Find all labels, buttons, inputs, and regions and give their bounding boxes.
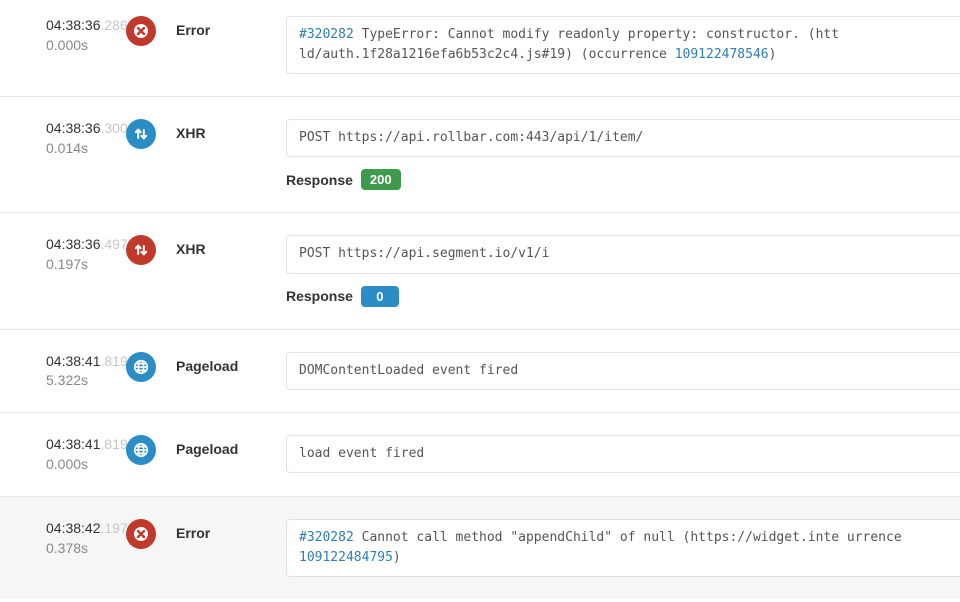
globe-icon — [126, 435, 156, 465]
event-type: XHR — [176, 119, 286, 141]
detail-cell: DOMContentLoaded event fired — [286, 352, 960, 390]
timestamp-ms: .819 — [101, 353, 128, 369]
item-link[interactable]: #320282 — [299, 530, 354, 545]
response-line: Response 200 — [286, 169, 960, 190]
detail-box[interactable]: POST https://api.segment.io/v1/i — [286, 235, 960, 273]
error-icon — [126, 16, 156, 46]
detail-text: load event fired — [299, 446, 424, 461]
icon-cell — [126, 352, 176, 382]
timestamp-hms: 04:38:36 — [46, 17, 101, 33]
duration: 0.014s — [46, 139, 126, 158]
log-row[interactable]: 04:38:42.197 0.378s Error #320282 Cannot… — [0, 497, 960, 599]
timestamp-hms: 04:38:36 — [46, 236, 101, 252]
detail-text: POST https://api.segment.io/v1/i — [299, 246, 549, 261]
detail-cell: POST https://api.segment.io/v1/i Respons… — [286, 235, 960, 306]
response-status-badge: 200 — [361, 169, 401, 190]
timestamp-hms: 04:38:41 — [46, 353, 101, 369]
telemetry-log-list: 04:38:36.286 0.000s Error #320282 TypeEr… — [0, 0, 960, 599]
timestamp-cell: 04:38:41.819 0.000s — [0, 435, 126, 474]
timestamp-cell: 04:38:36.497 0.197s — [0, 235, 126, 274]
detail-box[interactable]: load event fired — [286, 435, 960, 473]
timestamp-hms: 04:38:36 — [46, 120, 101, 136]
response-line: Response 0 — [286, 286, 960, 307]
timestamp-ms: .819 — [101, 436, 128, 452]
log-row[interactable]: 04:38:36.300 0.014s XHR POST https://api… — [0, 97, 960, 213]
icon-cell — [126, 235, 176, 265]
detail-cell: #320282 Cannot call method "appendChild"… — [286, 519, 960, 577]
detail-cell: #320282 TypeError: Cannot modify readonl… — [286, 16, 960, 74]
xhr-icon — [126, 235, 156, 265]
timestamp-ms: .286 — [101, 17, 128, 33]
event-type: Pageload — [176, 435, 286, 457]
timestamp-hms: 04:38:41 — [46, 436, 101, 452]
duration: 0.000s — [46, 455, 126, 474]
response-status-badge: 0 — [361, 286, 399, 307]
timestamp-cell: 04:38:42.197 0.378s — [0, 519, 126, 558]
detail-box[interactable]: #320282 Cannot call method "appendChild"… — [286, 519, 960, 577]
event-type: Pageload — [176, 352, 286, 374]
xhr-icon — [126, 119, 156, 149]
log-row[interactable]: 04:38:41.819 0.000s Pageload load event … — [0, 413, 960, 497]
detail-text: ) — [769, 47, 777, 62]
duration: 5.322s — [46, 371, 126, 390]
timestamp-ms: .497 — [101, 236, 128, 252]
response-label: Response — [286, 172, 353, 188]
icon-cell — [126, 435, 176, 465]
timestamp-hms: 04:38:42 — [46, 520, 101, 536]
icon-cell — [126, 119, 176, 149]
detail-text: DOMContentLoaded event fired — [299, 363, 518, 378]
detail-box[interactable]: DOMContentLoaded event fired — [286, 352, 960, 390]
occurrence-link[interactable]: 109122484795 — [299, 550, 393, 565]
timestamp-ms: .197 — [101, 520, 128, 536]
detail-cell: load event fired — [286, 435, 960, 473]
icon-cell — [126, 16, 176, 46]
item-link[interactable]: #320282 — [299, 27, 354, 42]
detail-box[interactable]: POST https://api.rollbar.com:443/api/1/i… — [286, 119, 960, 157]
log-row[interactable]: 04:38:36.286 0.000s Error #320282 TypeEr… — [0, 0, 960, 97]
duration: 0.000s — [46, 36, 126, 55]
timestamp-cell: 04:38:36.300 0.014s — [0, 119, 126, 158]
response-label: Response — [286, 288, 353, 304]
occurrence-link[interactable]: 109122478546 — [675, 47, 769, 62]
event-type: XHR — [176, 235, 286, 257]
log-row[interactable]: 04:38:36.497 0.197s XHR POST https://api… — [0, 213, 960, 329]
detail-text: ) — [393, 550, 401, 565]
log-row[interactable]: 04:38:41.819 5.322s Pageload DOMContentL… — [0, 330, 960, 414]
event-type: Error — [176, 16, 286, 38]
detail-cell: POST https://api.rollbar.com:443/api/1/i… — [286, 119, 960, 190]
detail-box[interactable]: #320282 TypeError: Cannot modify readonl… — [286, 16, 960, 74]
detail-text: POST https://api.rollbar.com:443/api/1/i… — [299, 130, 643, 145]
event-type: Error — [176, 519, 286, 541]
icon-cell — [126, 519, 176, 549]
timestamp-ms: .300 — [101, 120, 128, 136]
timestamp-cell: 04:38:41.819 5.322s — [0, 352, 126, 391]
timestamp-cell: 04:38:36.286 0.000s — [0, 16, 126, 55]
duration: 0.378s — [46, 539, 126, 558]
duration: 0.197s — [46, 255, 126, 274]
error-icon — [126, 519, 156, 549]
globe-icon — [126, 352, 156, 382]
detail-text: Cannot call method "appendChild" of null… — [354, 530, 902, 545]
